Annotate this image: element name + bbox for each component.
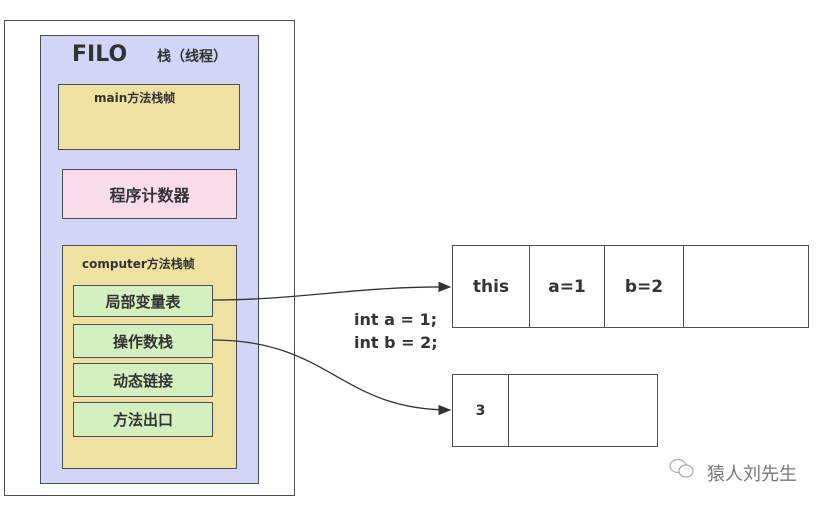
wechat-icon [669,458,694,478]
watermark: 猿人刘先生 [707,464,797,485]
arrows [212,281,694,478]
jvm-stack-diagram: FILO 栈（线程） main方法栈帧 程序计数器 computer方法栈帧 局… [0,0,833,508]
arrow-to-operand-stack [212,339,452,416]
arrow-to-local-vars [212,281,452,301]
